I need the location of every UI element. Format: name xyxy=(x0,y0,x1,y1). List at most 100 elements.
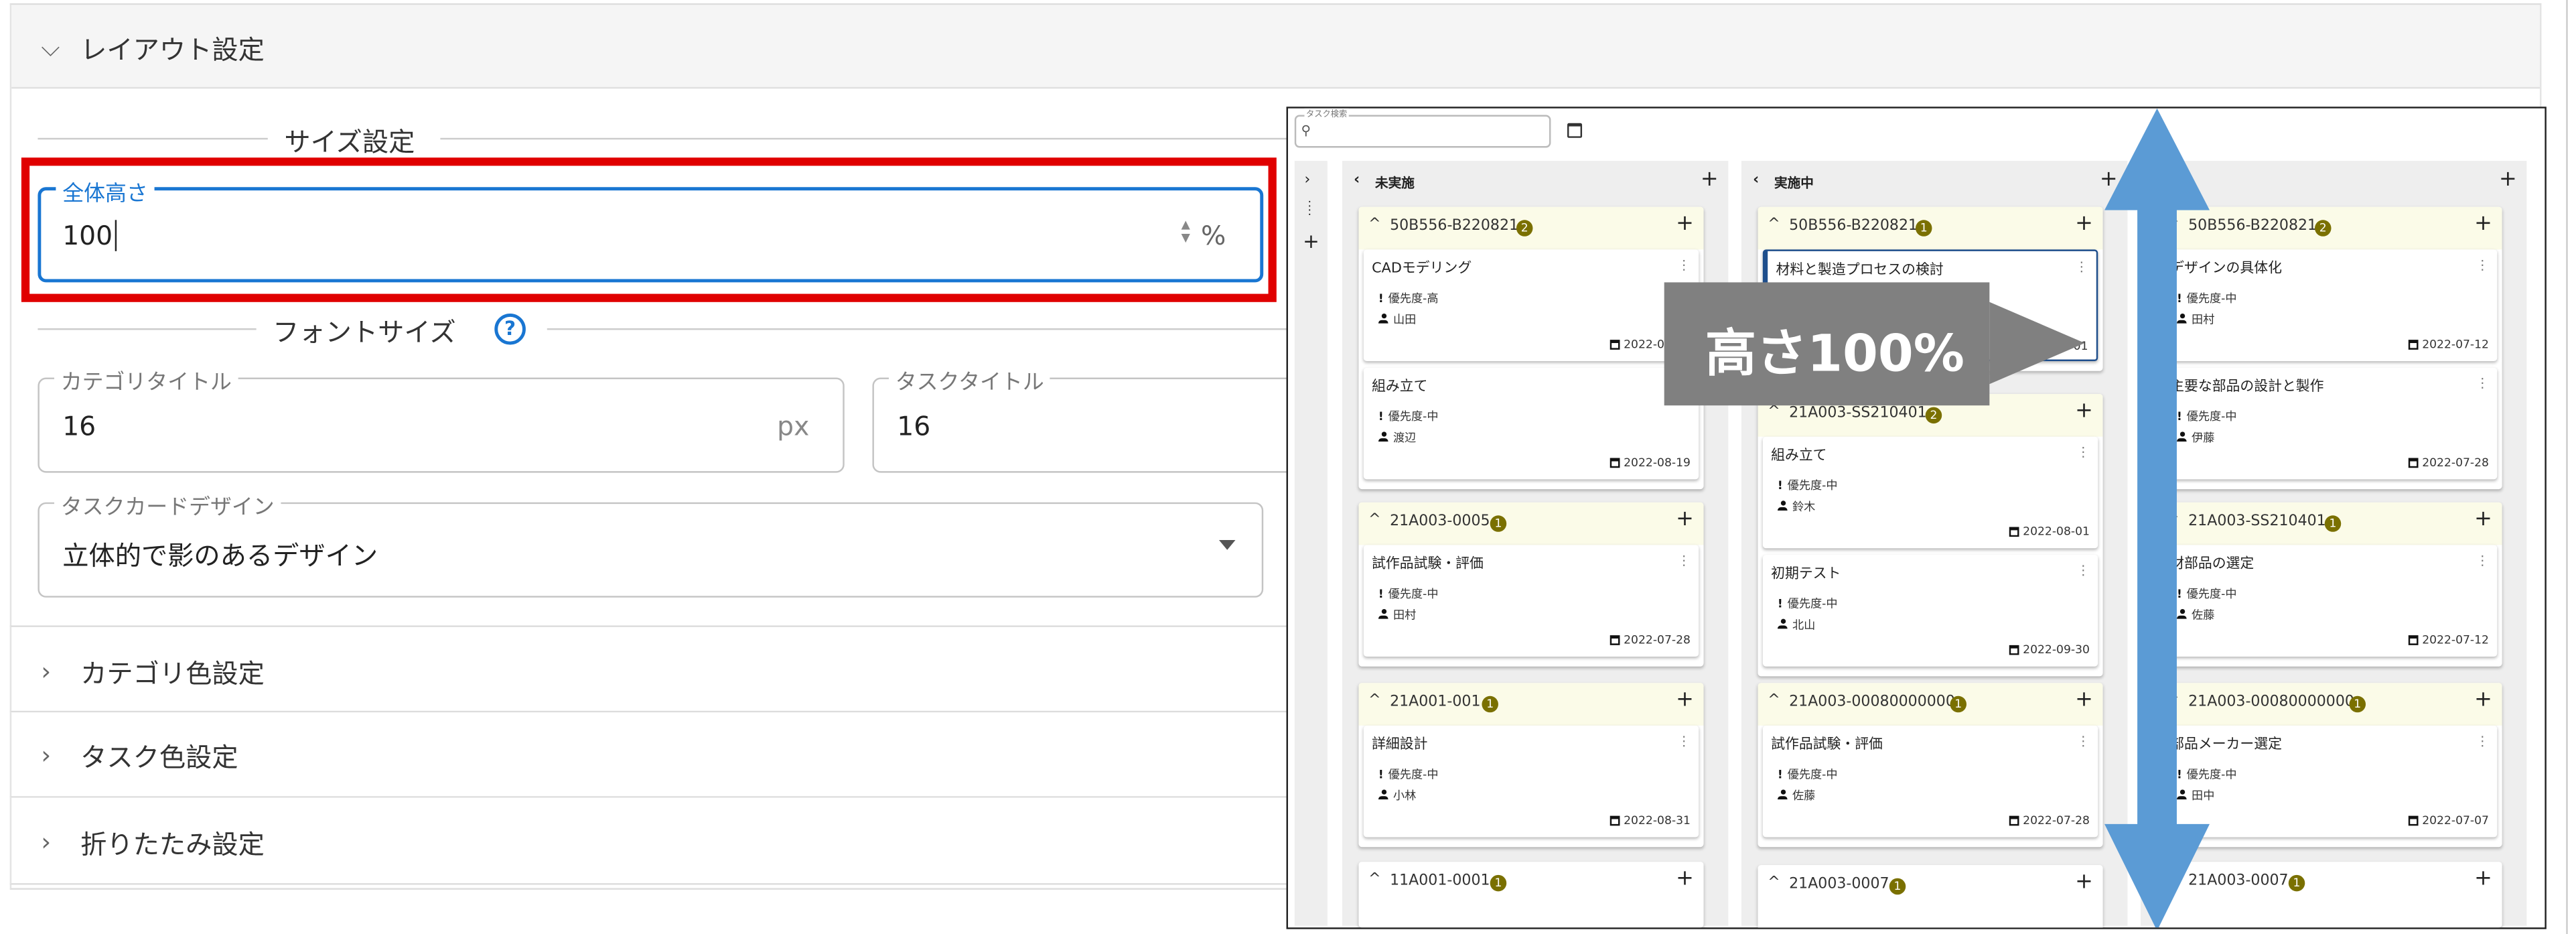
task-card[interactable]: 試作品試験・評価 ⋮! 優先度-中 田村 2022-07-28 xyxy=(1363,545,1699,657)
calendar-icon[interactable] xyxy=(1567,123,1583,138)
due-date-text: 2022-07-07 xyxy=(2422,814,2489,827)
add-task-icon[interactable]: + xyxy=(2499,168,2517,192)
group-header[interactable]: ^ 11A001-0001 1 + xyxy=(1358,862,1704,928)
total-height-input[interactable]: 100 xyxy=(62,220,117,251)
group-title: 50B556-B220821 xyxy=(1390,218,1519,235)
group-header[interactable]: ^ 50B556-B220821 1 + xyxy=(1758,206,2103,250)
total-height-field[interactable]: 全体高さ 100 ▲ ▼ % xyxy=(38,176,1264,283)
task-due-date: 2022-07-28 xyxy=(1610,634,1691,647)
priority-text: 優先度-中 xyxy=(1787,479,1838,492)
task-card[interactable]: 試作品試験・評価 ⋮! 優先度-中 佐藤 2022-07-28 xyxy=(1762,725,2098,838)
assignee-name: 鈴木 xyxy=(1792,501,1816,514)
expand-chevron-icon[interactable]: › xyxy=(1305,172,1311,189)
group-header[interactable]: ^ 21A003-000800000001 + xyxy=(1758,683,2103,726)
chevron-up-icon[interactable]: ^ xyxy=(1768,216,1780,233)
collapsed-column: › :: + xyxy=(1294,161,1328,926)
add-icon[interactable]: + xyxy=(2075,212,2093,237)
task-search-field[interactable]: タスク検索 ⚲ xyxy=(1294,108,1551,148)
chevron-up-icon[interactable]: ^ xyxy=(1768,693,1780,710)
priority-icon: ! xyxy=(1777,597,1783,611)
add-task-icon[interactable]: + xyxy=(1701,168,1719,192)
task-card[interactable]: 組み立て⋮!優先度-中渡辺2022-08-19 xyxy=(1363,367,1699,480)
group-header[interactable]: ^ 50B556-B2208212 + xyxy=(1358,206,1704,250)
more-icon[interactable]: ⋮ xyxy=(2476,734,2489,748)
task-card[interactable]: 初期テスト ⋮! 優先度-中 北山 2022-09-30 xyxy=(1762,555,2098,667)
chevron-up-icon[interactable]: ^ xyxy=(1368,216,1381,233)
chevron-right-icon: › xyxy=(41,826,52,856)
task-card[interactable]: 詳細設計 ⋮! 優先度-中 小林 2022-08-31 xyxy=(1363,725,1699,838)
priority-icon: ! xyxy=(1777,768,1783,782)
add-icon[interactable]: + xyxy=(1676,212,1694,237)
chevron-right-icon: › xyxy=(41,740,52,771)
more-icon[interactable]: ⋮ xyxy=(1677,734,1691,748)
task-group: ^ 21A001-001 1 + 詳細設計 ⋮! 優先度-中 小林 2022-08-31 xyxy=(1358,683,1704,848)
more-icon[interactable]: ⋮ xyxy=(2476,258,2489,273)
chevron-up-icon[interactable]: ^ xyxy=(1368,872,1381,888)
add-icon[interactable]: + xyxy=(2075,399,2093,423)
group-title: 21A001-001 xyxy=(1390,694,1481,711)
due-date-text: 2022-07-12 xyxy=(2422,633,2489,647)
card-design-label: タスクカードデザイン xyxy=(54,489,281,521)
due-date-text: 2022-07-28 xyxy=(2422,456,2489,470)
layout-settings-header[interactable]: ⌵ レイアウト設定 xyxy=(11,5,2541,89)
size-group-divider-right xyxy=(440,137,1287,140)
person-icon xyxy=(1777,789,1788,800)
group-title: 21A003-0007 xyxy=(1789,876,1889,893)
add-icon[interactable]: + xyxy=(1303,230,1319,253)
category-title-field[interactable]: カテゴリタイトル 16 px xyxy=(38,364,845,473)
count-badge: 2 xyxy=(2314,220,2332,237)
group-title: 50B556-B220821 xyxy=(1789,218,1918,235)
task-card[interactable]: デザインの具体化 ⋮! 優先度-中 田村 2022-07-12 xyxy=(2161,249,2498,361)
total-height-unit: % xyxy=(1200,220,1226,251)
task-title-field[interactable]: タスクタイトル 16 xyxy=(872,364,1300,473)
person-icon xyxy=(1378,608,1388,619)
collapse-chevron-icon[interactable]: ‹ xyxy=(1753,172,1759,189)
collapse-chevron-icon[interactable]: ‹ xyxy=(1354,172,1360,189)
assignee-name: 佐藤 xyxy=(1792,789,1816,803)
task-card[interactable]: 材部品の選定 ⋮! 優先度-中 佐藤 2022-07-12 xyxy=(2161,545,2498,657)
add-icon[interactable]: + xyxy=(1676,688,1694,713)
task-group: ^ 21A003-0005 1 + 試作品試験・評価 ⋮! 優先度-中 田村 2022-07-2… xyxy=(1358,502,1704,667)
add-icon[interactable]: + xyxy=(2474,212,2492,237)
more-icon[interactable]: ⋮ xyxy=(2076,563,2090,578)
add-icon[interactable]: + xyxy=(2474,688,2492,713)
count-badge: 1 xyxy=(1482,695,1498,713)
chevron-up-icon[interactable]: ^ xyxy=(1368,693,1381,710)
more-icon[interactable]: ⋮ xyxy=(2476,376,2489,391)
add-icon[interactable]: + xyxy=(1676,507,1694,532)
task-card[interactable]: 組み立て ⋮! 優先度-中 鈴木 2022-08-01 xyxy=(1762,436,2098,549)
card-design-select[interactable]: タスクカードデザイン 立体的で影のあるデザイン xyxy=(38,489,1264,598)
category-title-input[interactable]: 16 xyxy=(62,411,96,442)
task-card[interactable]: CADモデリング ⋮! 優先度-高 山田 2022-07-05 xyxy=(1363,249,1699,361)
chevron-up-icon[interactable]: ^ xyxy=(1768,404,1780,421)
task-card[interactable]: 部品メーカー選定 ⋮! 優先度-中 田中 2022-07-07 xyxy=(2161,725,2498,838)
task-card[interactable]: 主要な部品の設計と製作 ⋮! 優先度-中 伊藤 2022-07-28 xyxy=(2161,367,2498,480)
task-title-input[interactable]: 16 xyxy=(897,411,930,442)
more-icon[interactable]: ⋮ xyxy=(2076,734,2090,748)
height-arrow-icon xyxy=(2104,108,2210,928)
add-icon[interactable]: + xyxy=(1676,867,1694,892)
add-icon[interactable]: + xyxy=(2474,867,2492,892)
more-icon[interactable]: ⋮ xyxy=(1677,258,1691,273)
add-icon[interactable]: + xyxy=(2075,870,2093,895)
add-icon[interactable]: + xyxy=(2474,507,2492,532)
scrollbar-track[interactable] xyxy=(2566,0,2568,934)
group-header[interactable]: ^ 21A001-001 1 + xyxy=(1358,683,1704,726)
priority-icon: ! xyxy=(1378,292,1384,306)
column-header: ‹ 未実施 + xyxy=(1342,168,1728,198)
add-icon[interactable]: + xyxy=(2075,688,2093,713)
task-due-date: 2022-07-28 xyxy=(2409,456,2489,470)
chevron-up-icon[interactable]: ^ xyxy=(1368,512,1381,529)
task-priority: ! 優先度-中 xyxy=(1378,409,1439,425)
more-icon[interactable]: ⋮ xyxy=(2075,259,2088,274)
more-icon[interactable]: ⋮ xyxy=(1677,553,1691,568)
group-header[interactable]: ^ 21A003-0005 1 + xyxy=(1358,502,1704,545)
spinner-arrows-icon[interactable]: ▲ ▼ xyxy=(1182,218,1190,245)
calendar-icon xyxy=(1610,458,1621,468)
chevron-up-icon[interactable]: ^ xyxy=(1768,875,1780,892)
group-header[interactable]: ^ 21A003-00071 + xyxy=(1758,865,2103,928)
more-icon[interactable]: ⋮ xyxy=(2476,553,2489,568)
calendar-icon xyxy=(2009,645,2020,655)
more-icon[interactable]: ⋮ xyxy=(2076,445,2090,460)
help-circle-icon[interactable]: ? xyxy=(494,313,526,345)
